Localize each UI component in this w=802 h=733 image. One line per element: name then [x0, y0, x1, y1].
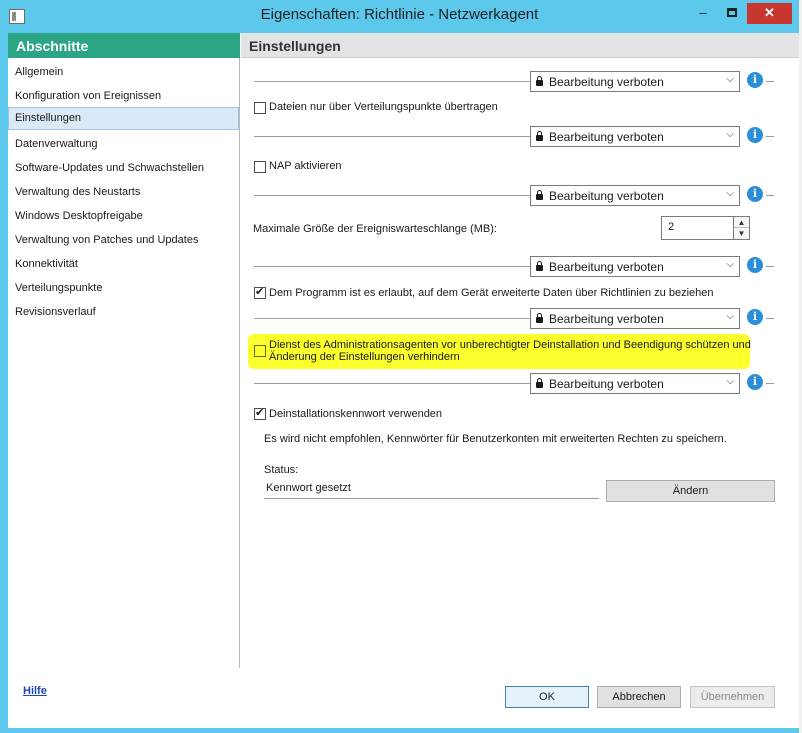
- help-link[interactable]: Hilfe: [23, 685, 47, 697]
- extended-data-label: Dem Programm ist es erlaubt, auf dem Ger…: [269, 287, 714, 299]
- lock-separator: [254, 266, 531, 267]
- protect-service-label-line2: Änderung der Einstellungen verhindern: [269, 351, 460, 363]
- apply-button[interactable]: Übernehmen: [690, 686, 775, 708]
- sections-sidebar: Abschnitte Allgemein Konfiguration von E…: [8, 33, 240, 668]
- properties-dialog: Eigenschaften: Richtlinie - Netzwerkagen…: [0, 0, 799, 733]
- sidebar-item-patches[interactable]: Verwaltung von Patches und Updates: [8, 229, 239, 252]
- maximize-icon: [727, 8, 737, 17]
- lock-separator-end: [766, 318, 774, 319]
- info-icon[interactable]: i: [747, 186, 763, 202]
- queue-size-label: Maximale Größe der Ereigniswarteschlange…: [253, 223, 497, 235]
- info-icon[interactable]: i: [747, 72, 763, 88]
- lock-separator-end: [766, 81, 774, 82]
- chevron-down-icon: ⌵: [726, 259, 734, 270]
- maximize-button[interactable]: [718, 3, 746, 24]
- settings-scrollbar[interactable]: [786, 58, 799, 668]
- sidebar-item-revisionsverlauf[interactable]: Revisionsverlauf: [8, 301, 239, 324]
- lock-dropdown[interactable]: Bearbeitung verboten ⌵: [530, 185, 740, 206]
- queue-size-stepper[interactable]: ▲ ▼: [734, 216, 750, 240]
- protect-service-checkbox[interactable]: [254, 345, 266, 357]
- lock-separator-end: [766, 383, 774, 384]
- sidebar-item-datenverwaltung[interactable]: Datenverwaltung: [8, 133, 239, 156]
- chevron-down-icon: ⌵: [726, 129, 734, 140]
- dist-points-only-label: Dateien nur über Verteilungspunkte übert…: [269, 101, 498, 113]
- lock-icon: [536, 378, 543, 388]
- close-button[interactable]: ✕: [747, 3, 792, 24]
- sidebar-item-verteilungspunkte[interactable]: Verteilungspunkte: [8, 277, 239, 300]
- minimize-button[interactable]: –: [689, 3, 717, 24]
- close-icon: ✕: [764, 5, 775, 20]
- change-password-button[interactable]: Ändern: [606, 480, 775, 502]
- lock-dropdown[interactable]: Bearbeitung verboten ⌵: [530, 126, 740, 147]
- sidebar-item-events[interactable]: Konfiguration von Ereignissen: [8, 85, 239, 108]
- stepper-down-icon[interactable]: ▼: [734, 228, 749, 239]
- lock-icon: [536, 190, 543, 200]
- lock-icon: [536, 76, 543, 86]
- info-icon[interactable]: i: [747, 257, 763, 273]
- lock-separator: [254, 195, 531, 196]
- info-icon[interactable]: i: [747, 127, 763, 143]
- lock-dropdown-value: Bearbeitung verboten: [549, 312, 664, 326]
- chevron-down-icon: ⌵: [726, 311, 734, 322]
- lock-dropdown[interactable]: Bearbeitung verboten ⌵: [530, 71, 740, 92]
- protect-service-label-line1: Dienst des Administrationsagenten vor un…: [269, 339, 751, 351]
- sidebar-item-neustart[interactable]: Verwaltung des Neustarts: [8, 181, 239, 204]
- chevron-down-icon: ⌵: [726, 376, 734, 387]
- dist-points-only-checkbox[interactable]: [254, 102, 266, 114]
- title-bar[interactable]: Eigenschaften: Richtlinie - Netzwerkagen…: [0, 0, 799, 33]
- lock-dropdown-value: Bearbeitung verboten: [549, 377, 664, 391]
- lock-icon: [536, 261, 543, 271]
- lock-separator-end: [766, 266, 774, 267]
- lock-dropdown[interactable]: Bearbeitung verboten ⌵: [530, 308, 740, 329]
- section-title: Einstellungen: [241, 33, 799, 58]
- sidebar-item-desktopfreigabe[interactable]: Windows Desktopfreigabe: [8, 205, 239, 228]
- info-icon[interactable]: i: [747, 374, 763, 390]
- stepper-up-icon[interactable]: ▲: [734, 217, 749, 228]
- lock-dropdown-value: Bearbeitung verboten: [549, 189, 664, 203]
- queue-size-input[interactable]: 2: [661, 216, 734, 240]
- uninstall-password-checkbox[interactable]: [254, 406, 266, 420]
- lock-separator: [254, 318, 531, 319]
- sidebar-heading: Abschnitte: [8, 33, 240, 58]
- lock-dropdown[interactable]: Bearbeitung verboten ⌵: [530, 373, 740, 394]
- sidebar-item-allgemein[interactable]: Allgemein: [8, 61, 239, 84]
- lock-separator: [254, 136, 531, 137]
- sidebar-item-einstellungen[interactable]: Einstellungen: [8, 107, 239, 130]
- nap-checkbox[interactable]: [254, 161, 266, 173]
- lock-separator-end: [766, 195, 774, 196]
- lock-icon: [536, 131, 543, 141]
- lock-dropdown[interactable]: Bearbeitung verboten ⌵: [530, 256, 740, 277]
- ok-button[interactable]: OK: [505, 686, 589, 708]
- lock-icon: [536, 313, 543, 323]
- sidebar-item-konnektivitaet[interactable]: Konnektivität: [8, 253, 239, 276]
- minimize-icon: –: [699, 5, 707, 20]
- window-title: Eigenschaften: Richtlinie - Netzwerkagen…: [260, 6, 539, 23]
- uninstall-password-label: Deinstallationskennwort verwenden: [269, 408, 443, 420]
- extended-data-checkbox[interactable]: [254, 285, 266, 299]
- lock-dropdown-value: Bearbeitung verboten: [549, 130, 664, 144]
- lock-separator-end: [766, 136, 774, 137]
- password-warning-text: Es wird nicht empfohlen, Kennwörter für …: [264, 433, 727, 445]
- chevron-down-icon: ⌵: [726, 188, 734, 199]
- lock-dropdown-value: Bearbeitung verboten: [549, 260, 664, 274]
- status-label: Status:: [264, 464, 299, 476]
- info-icon[interactable]: i: [747, 309, 763, 325]
- lock-separator: [254, 81, 531, 82]
- lock-dropdown-value: Bearbeitung verboten: [549, 75, 664, 89]
- status-value-field: Kennwort gesetzt: [264, 477, 599, 499]
- nap-label: NAP aktivieren: [269, 160, 342, 172]
- chevron-down-icon: ⌵: [726, 74, 734, 85]
- cancel-button[interactable]: Abbrechen: [597, 686, 681, 708]
- lock-separator: [254, 383, 531, 384]
- sidebar-item-software-updates[interactable]: Software-Updates und Schwachstellen: [8, 157, 239, 180]
